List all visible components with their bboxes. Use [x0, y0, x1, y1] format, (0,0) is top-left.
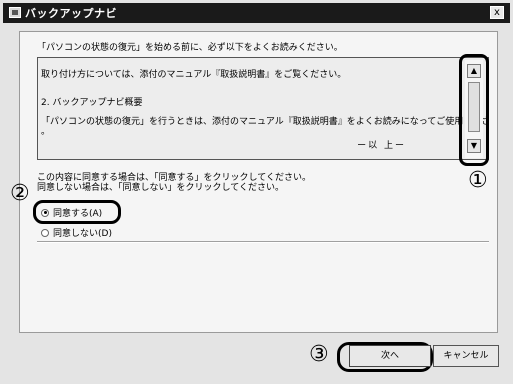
- agreement-line-2: 同意しない場合は、「同意しない」をクリックしてください。: [37, 183, 284, 193]
- separator-highlight: [37, 242, 489, 243]
- callout-number-one: ①: [468, 168, 488, 193]
- agreement-line-1: この内容に同意する場合は、「同意する」をクリックしてください。: [37, 173, 311, 183]
- app-icon: [9, 7, 21, 18]
- agree-label: 同意する(A): [53, 209, 103, 219]
- license-line: 取り付け方については、添付のマニュアル『取扱説明書』をご覧ください。: [41, 70, 347, 80]
- agreement-instructions: この内容に同意する場合は、「同意する」をクリックしてください。 同意しない場合は…: [37, 173, 311, 193]
- close-button[interactable]: x: [490, 6, 504, 19]
- license-line: 2. バックアップナビ概要: [41, 98, 143, 108]
- close-icon: x: [494, 7, 500, 18]
- agree-radio-option[interactable]: 同意する(A): [41, 206, 102, 219]
- disagree-radio[interactable]: [41, 228, 49, 237]
- scroll-up-button[interactable]: ▲: [467, 64, 481, 78]
- intro-text: 「パソコンの状態の復元」を始める前に、必ず以下をよくお読みください。: [37, 43, 343, 53]
- disagree-label: 同意しない(D): [53, 229, 112, 239]
- arrow-down-icon: ▼: [470, 141, 478, 150]
- license-textbox[interactable]: 取り付け方については、添付のマニュアル『取扱説明書』をご覧ください。 2. バッ…: [37, 57, 489, 160]
- callout-number-three: ③: [309, 342, 329, 367]
- vertical-scrollbar[interactable]: ▲ ▼: [465, 60, 483, 158]
- disagree-radio-option[interactable]: 同意しない(D): [41, 226, 112, 239]
- end-marker: ー以 上ー: [357, 141, 406, 151]
- license-line: 「パソコンの状態の復元」を行うときは、添付のマニュアル『取扱説明書』をよくお読み…: [41, 117, 489, 127]
- next-button[interactable]: 次へ: [349, 345, 431, 367]
- window-title: バックアップナビ: [25, 7, 117, 20]
- cancel-button[interactable]: キャンセル: [433, 345, 499, 367]
- arrow-up-icon: ▲: [470, 66, 478, 75]
- title-bar: バックアップナビ x: [3, 3, 510, 23]
- license-line: 。: [41, 127, 51, 137]
- callout-number-two: ②: [10, 181, 30, 206]
- dialog-window: バックアップナビ x 「パソコンの状態の復元」を始める前に、必ず以下をよくお読み…: [0, 0, 513, 384]
- agree-radio[interactable]: [41, 208, 49, 217]
- scroll-down-button[interactable]: ▼: [467, 139, 481, 153]
- scroll-thumb[interactable]: [468, 82, 480, 132]
